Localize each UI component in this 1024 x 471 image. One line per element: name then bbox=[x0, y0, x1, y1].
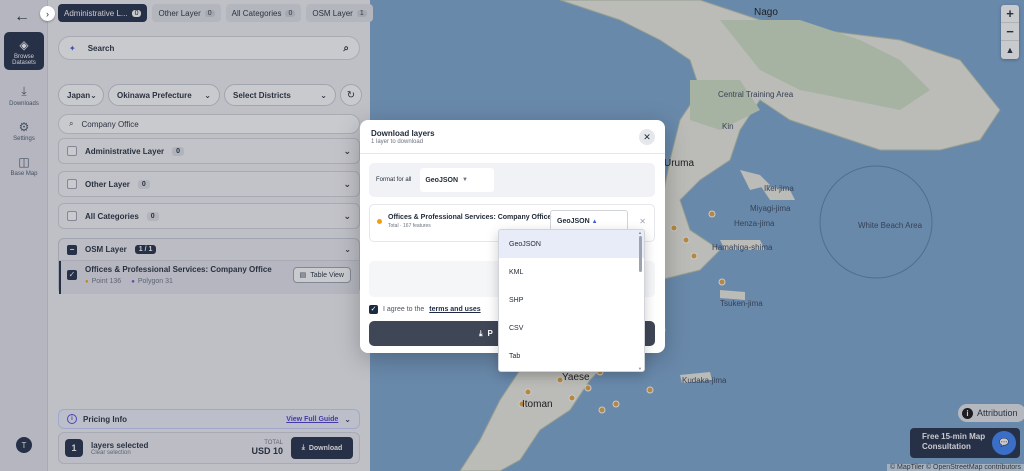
divider bbox=[360, 153, 665, 154]
download-icon: ⤓ bbox=[479, 328, 483, 338]
format-for-all-row: Format for all GeoJSON ▼ bbox=[369, 163, 655, 197]
terms-checkbox[interactable]: ✓ bbox=[369, 305, 378, 314]
modal-subtitle: 1 layer to download bbox=[371, 139, 424, 145]
format-for-all-select[interactable]: GeoJSON ▼ bbox=[420, 168, 495, 192]
agree-text: I agree to the bbox=[383, 306, 425, 313]
remove-layer-icon[interactable]: ✕ bbox=[639, 217, 646, 226]
close-icon[interactable]: ✕ bbox=[639, 129, 655, 145]
layer-dot-icon bbox=[377, 219, 382, 224]
dropdown-option-tab[interactable]: Tab bbox=[499, 342, 644, 370]
modal-button-label: P bbox=[487, 329, 493, 338]
format-value: GeoJSON bbox=[425, 176, 459, 184]
modal-title: Download layers bbox=[371, 129, 435, 138]
dropdown-scrollbar[interactable] bbox=[639, 236, 642, 272]
dropdown-option-shp[interactable]: SHP bbox=[499, 286, 644, 314]
format-for-all-label: Format for all bbox=[376, 177, 412, 183]
terms-link[interactable]: terms and uses bbox=[429, 306, 480, 313]
scroll-up-icon[interactable]: ▲ bbox=[638, 230, 642, 235]
layer-format-value: GeoJSON bbox=[557, 218, 590, 225]
dropdown-option-csv[interactable]: CSV bbox=[499, 314, 644, 342]
terms-agreement: ✓ I agree to the terms and uses bbox=[369, 305, 481, 314]
caret-down-icon: ▼ bbox=[462, 177, 468, 183]
dropdown-option-kml[interactable]: KML bbox=[499, 258, 644, 286]
collapse-panel-button[interactable]: › bbox=[40, 6, 55, 21]
caret-up-icon: ▲ bbox=[591, 219, 598, 225]
scroll-down-icon[interactable]: ▼ bbox=[638, 366, 642, 371]
dropdown-option-geojson[interactable]: GeoJSON bbox=[499, 230, 644, 258]
format-dropdown: GeoJSON KML SHP CSV Tab ▲ ▼ bbox=[498, 229, 645, 372]
